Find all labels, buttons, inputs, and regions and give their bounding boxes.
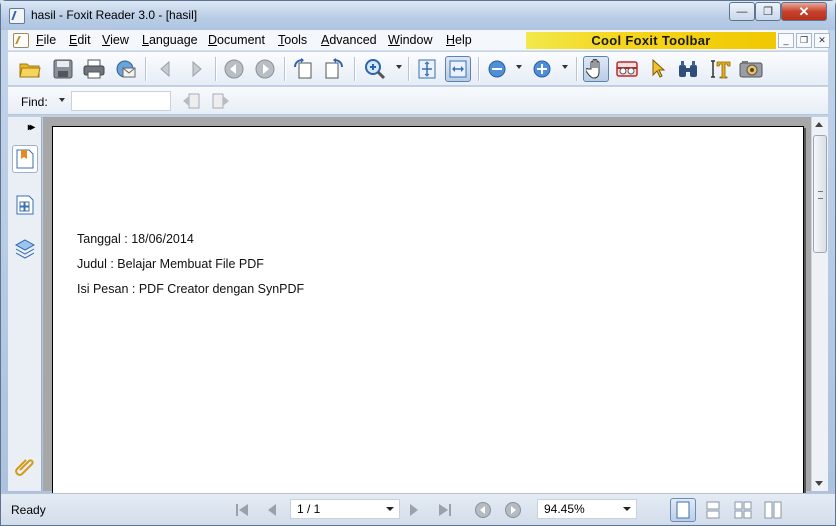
next-view-status-icon[interactable] [504,502,522,518]
scroll-down-arrow-icon[interactable] [815,481,823,486]
toolbar-separator [408,57,409,81]
menu-advanced[interactable]: Advanced [321,33,377,47]
previous-view-icon[interactable] [221,56,247,82]
menu-file[interactable]: File [36,33,56,47]
mdi-restore-button[interactable]: ❐ [796,33,812,48]
page-thumbnails-icon[interactable] [12,191,38,219]
close-button[interactable]: ✕ [781,2,827,21]
zoom-level-value: 94.45% [544,502,585,516]
find-input[interactable] [71,91,171,111]
menu-view[interactable]: View [102,33,129,47]
previous-view-status-icon[interactable] [474,502,492,518]
toolbar-separator [215,57,216,81]
bookmarks-icon[interactable] [12,145,38,173]
hand-tool-icon[interactable] [583,56,609,82]
find-bar: Find: [8,87,828,115]
document-viewport[interactable]: Tanggal : 18/06/2014 Judul : Belajar Mem… [43,117,811,506]
toolbar-separator [478,57,479,81]
menu-language[interactable]: Language [142,33,198,47]
toolbar-separator [354,57,355,81]
last-page-icon[interactable] [435,502,453,518]
pdf-page: Tanggal : 18/06/2014 Judul : Belajar Mem… [52,126,804,506]
fit-page-icon[interactable] [414,56,440,82]
menu-help[interactable]: Help [446,33,472,47]
window-title: hasil - Foxit Reader 3.0 - [hasil] [31,8,198,22]
page-number-value: 1 / 1 [297,502,321,516]
attachments-paperclip-icon[interactable] [12,451,38,479]
main-toolbar [8,52,828,86]
email-icon[interactable] [112,56,138,82]
find-next-icon[interactable] [208,88,234,114]
mdi-close-button[interactable]: ✕ [814,33,830,48]
document-icon[interactable] [13,33,29,48]
select-text-icon[interactable] [707,56,733,82]
single-page-layout-icon[interactable] [670,498,696,522]
back-arrow-icon[interactable] [152,56,178,82]
rotate-right-icon[interactable] [321,56,347,82]
zoom-in-dropdown-icon[interactable] [562,65,568,69]
menu-window[interactable]: Window [388,33,432,47]
document-text-line: Isi Pesan : PDF Creator dengan SynPDF [77,282,305,296]
print-icon[interactable] [81,56,107,82]
menu-document[interactable]: Document [208,33,265,47]
maximize-button[interactable]: ❐ [755,2,781,21]
open-folder-icon[interactable] [17,56,43,82]
find-binoculars-icon[interactable] [675,56,701,82]
rotate-left-icon[interactable] [290,56,316,82]
select-arrow-icon[interactable] [645,56,671,82]
first-page-icon[interactable] [234,502,252,518]
zoom-tool-dropdown-icon[interactable] [396,65,402,69]
document-text-line: Tanggal : 18/06/2014 [77,232,194,246]
next-page-icon[interactable] [405,502,423,518]
page-dropdown-icon[interactable] [386,507,394,511]
zoom-dropdown-icon[interactable] [623,507,631,511]
app-window: hasil - Foxit Reader 3.0 - [hasil] — ❐ ✕… [0,0,836,526]
toolbar-separator [145,57,146,81]
toolbar-separator [576,57,577,81]
expand-panel-icon[interactable]: ▸▸ [28,122,35,133]
continuous-layout-icon[interactable] [700,498,726,522]
snapshot-camera-icon[interactable] [738,56,764,82]
zoom-in-icon[interactable] [529,56,555,82]
fit-width-icon[interactable] [445,56,471,82]
mdi-minimize-button[interactable]: _ [778,33,794,48]
menu-edit[interactable]: Edit [69,33,91,47]
facing-layout-icon[interactable] [760,498,786,522]
zoom-out-icon[interactable] [484,56,510,82]
menu-bar: File Edit View Language Document Tools A… [8,30,830,51]
app-icon [9,8,25,24]
scroll-up-arrow-icon[interactable] [815,122,823,127]
menu-tools[interactable]: Tools [278,33,307,47]
facing-continuous-layout-icon[interactable] [730,498,756,522]
zoom-in-tool-icon[interactable] [362,56,388,82]
page-number-field[interactable]: 1 / 1 [290,499,400,519]
cool-foxit-toolbar-banner[interactable]: Cool Foxit Toolbar [526,32,776,49]
forward-arrow-icon[interactable] [184,56,210,82]
document-text-line: Judul : Belajar Membuat File PDF [77,257,264,271]
next-view-icon[interactable] [252,56,278,82]
title-bar[interactable]: hasil - Foxit Reader 3.0 - [hasil] — ❐ ✕ [1,1,835,30]
find-label: Find: [21,95,48,109]
toolbar-separator [284,57,285,81]
status-bar: Ready 1 / 1 94.45% [1,493,835,525]
vertical-scrollbar[interactable] [811,117,828,491]
navigation-panel: ▸▸ [8,117,42,491]
scrollbar-thumb[interactable] [813,135,827,253]
find-previous-icon[interactable] [178,88,204,114]
minimize-button[interactable]: — [729,2,755,21]
layers-icon[interactable] [12,235,38,263]
zoom-level-field[interactable]: 94.45% [537,499,637,519]
zoom-out-dropdown-icon[interactable] [516,65,522,69]
typewriter-icon[interactable] [614,56,640,82]
previous-page-icon[interactable] [263,502,281,518]
save-icon[interactable] [50,56,76,82]
find-options-dropdown-icon[interactable] [59,98,65,102]
status-text: Ready [11,503,46,517]
